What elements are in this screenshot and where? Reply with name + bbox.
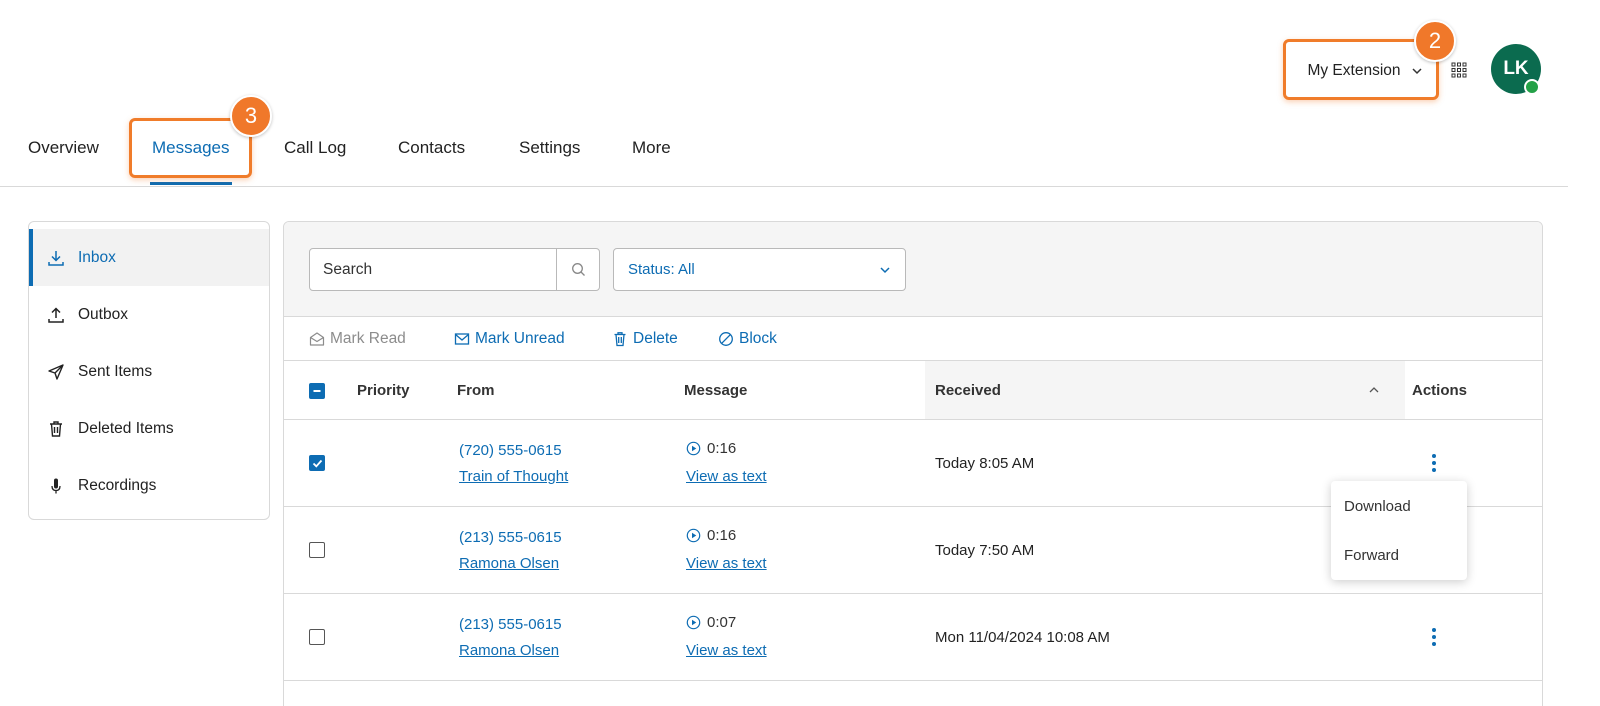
caller-name-link[interactable]: Train of Thought	[459, 468, 568, 485]
block-button[interactable]: Block	[718, 330, 777, 348]
mark-read-button[interactable]: Mark Read	[309, 330, 406, 348]
play-circle-icon	[686, 528, 701, 543]
presence-online-indicator	[1524, 79, 1540, 95]
callout-badge-extension: 2	[1414, 20, 1456, 62]
sidebar-item-label: Recordings	[78, 476, 157, 494]
table-row[interactable]: (213) 555-0615 Ramona Olsen 0:07 View as…	[284, 594, 1542, 681]
search-box	[309, 248, 600, 291]
voicemail-duration: 0:16	[707, 527, 737, 544]
row-actions-button[interactable]	[1427, 626, 1441, 648]
messages-sidebar: Inbox Outbox Sent Items Deleted Items Re…	[28, 221, 270, 520]
search-button[interactable]	[556, 249, 599, 290]
view-as-text-link[interactable]: View as text	[686, 555, 767, 572]
status-filter-dropdown[interactable]: Status: All	[613, 248, 906, 291]
row-checkbox[interactable]	[309, 629, 325, 645]
avatar-initials: LK	[1503, 58, 1529, 79]
bulk-actions-bar: Mark Read Mark Unread Delete Block	[284, 317, 1542, 361]
send-icon	[48, 363, 64, 380]
trash-icon	[50, 420, 62, 437]
status-filter-value: Status: All	[628, 261, 695, 278]
sidebar-item-label: Inbox	[78, 248, 116, 266]
voicemail-duration: 0:16	[707, 440, 737, 457]
received-time: Today 8:05 AM	[935, 455, 1035, 472]
view-as-text-link[interactable]: View as text	[686, 642, 767, 659]
play-circle-icon	[686, 441, 701, 456]
column-header-from[interactable]: From	[457, 382, 495, 399]
sidebar-item-outbox[interactable]: Outbox	[29, 286, 269, 343]
sidebar-item-label: Outbox	[78, 305, 128, 323]
play-voicemail-button[interactable]: 0:07	[686, 614, 736, 631]
caller-number-link[interactable]: (213) 555-0615	[459, 616, 562, 633]
play-voicemail-button[interactable]: 0:16	[686, 527, 736, 544]
tab-overview[interactable]: Overview	[28, 138, 99, 158]
mark-unread-button[interactable]: Mark Unread	[454, 330, 565, 348]
column-header-received[interactable]: Received	[935, 382, 1001, 399]
table-header: Priority From Message Received Actions	[284, 361, 1542, 420]
row-checkbox[interactable]	[309, 455, 325, 471]
messages-panel: Status: All Mark Read Mark Unread Delete…	[283, 221, 1543, 706]
mark-read-label: Mark Read	[330, 330, 406, 347]
trash-icon	[614, 332, 626, 347]
sidebar-item-deleted-items[interactable]: Deleted Items	[29, 400, 269, 457]
received-time: Mon 11/04/2024 10:08 AM	[935, 629, 1110, 646]
inbox-icon	[48, 250, 64, 266]
sidebar-item-recordings[interactable]: Recordings	[29, 457, 269, 514]
outbox-icon	[48, 306, 64, 323]
column-header-priority[interactable]: Priority	[357, 382, 410, 399]
filter-bar: Status: All	[284, 222, 1542, 317]
row-actions-menu: Download Forward	[1331, 481, 1467, 580]
search-icon	[571, 263, 585, 276]
caller-name-link[interactable]: Ramona Olsen	[459, 642, 559, 659]
chevron-down-icon	[880, 266, 890, 273]
tab-settings[interactable]: Settings	[519, 138, 580, 158]
delete-label: Delete	[633, 330, 678, 347]
sidebar-item-label: Sent Items	[78, 362, 153, 380]
tab-call-log[interactable]: Call Log	[284, 138, 346, 158]
play-circle-icon	[686, 615, 701, 630]
block-icon	[719, 332, 733, 346]
view-as-text-link[interactable]: View as text	[686, 468, 767, 485]
tab-more[interactable]: More	[632, 138, 671, 158]
sidebar-item-sent-items[interactable]: Sent Items	[29, 343, 269, 400]
minus-icon	[313, 390, 321, 392]
column-header-message[interactable]: Message	[684, 382, 747, 399]
column-header-actions: Actions	[1412, 382, 1468, 399]
mark-unread-label: Mark Unread	[475, 330, 565, 347]
search-input[interactable]	[310, 249, 556, 290]
menu-item-forward[interactable]: Forward	[1344, 547, 1399, 564]
sidebar-item-label: Deleted Items	[78, 419, 174, 437]
menu-item-download[interactable]: Download	[1344, 498, 1411, 515]
row-actions-button[interactable]	[1427, 452, 1441, 474]
select-all-checkbox[interactable]	[309, 383, 325, 399]
sort-ascending-icon[interactable]	[1367, 383, 1381, 397]
envelope-icon	[454, 333, 470, 345]
delete-button[interactable]: Delete	[612, 330, 678, 348]
more-vertical-icon	[1432, 454, 1436, 472]
voicemail-duration: 0:07	[707, 614, 737, 631]
app-grid-icon[interactable]	[1451, 62, 1467, 78]
microphone-icon	[51, 478, 61, 493]
envelope-open-icon	[309, 332, 325, 346]
sidebar-item-inbox[interactable]: Inbox	[29, 229, 269, 286]
received-time: Today 7:50 AM	[935, 542, 1035, 559]
more-vertical-icon	[1432, 628, 1436, 646]
play-voicemail-button[interactable]: 0:16	[686, 440, 736, 457]
callout-badge-messages: 3	[230, 95, 272, 137]
active-tab-indicator	[150, 182, 232, 185]
caller-name-link[interactable]: Ramona Olsen	[459, 555, 559, 572]
caller-number-link[interactable]: (213) 555-0615	[459, 529, 562, 546]
block-label: Block	[739, 330, 777, 347]
caller-number-link[interactable]: (720) 555-0615	[459, 442, 562, 459]
row-checkbox[interactable]	[309, 542, 325, 558]
tab-contacts[interactable]: Contacts	[398, 138, 465, 158]
checkmark-icon	[312, 459, 322, 468]
